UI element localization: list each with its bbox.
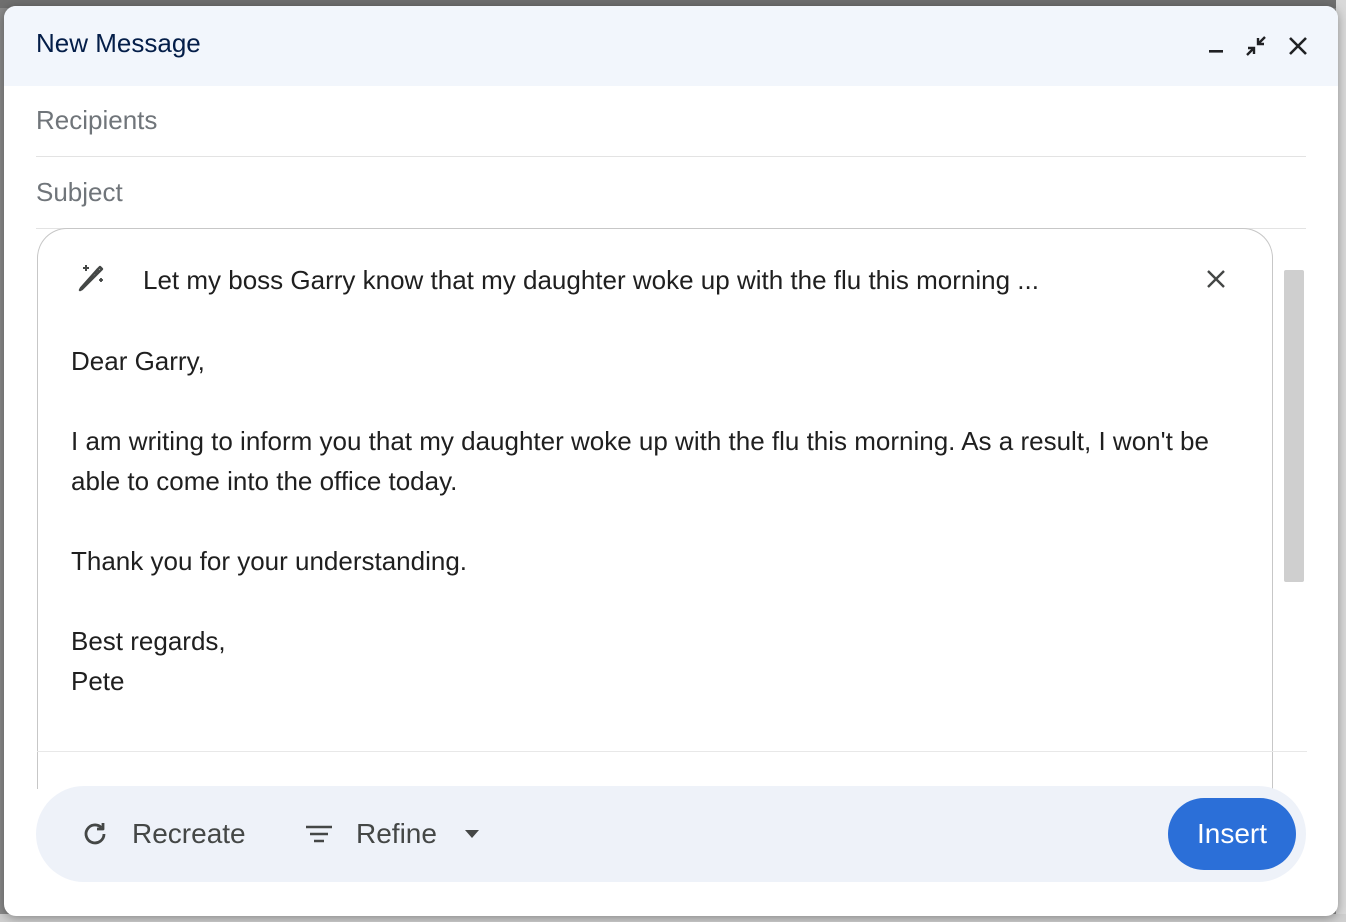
ai-draft-card: Let my boss Garry know that my daughter … <box>37 228 1273 789</box>
filter-icon <box>306 825 332 843</box>
compose-dialog: New Message Recipients Subject Let my bo… <box>4 6 1338 916</box>
draft-paragraph: I am writing to inform you that my daugh… <box>71 426 1209 496</box>
close-dialog-button[interactable] <box>1282 30 1314 62</box>
ai-action-bar: Recreate Refine Insert <box>36 786 1306 882</box>
close-icon <box>1289 37 1307 55</box>
dialog-title: New Message <box>36 28 201 58</box>
close-prompt-button[interactable] <box>1200 263 1232 295</box>
subject-input[interactable] <box>36 174 1306 210</box>
minimize-button[interactable] <box>1200 30 1232 62</box>
magic-pen-icon <box>74 259 110 295</box>
refresh-icon <box>84 823 106 845</box>
divider <box>37 751 1307 752</box>
draft-signature: Pete <box>71 666 125 696</box>
scrollbar-thumb[interactable] <box>1284 270 1304 582</box>
dropdown-arrow-icon <box>464 830 479 838</box>
subject-field <box>36 158 1306 229</box>
refine-label: Refine <box>356 818 437 849</box>
ai-prompt-text: Let my boss Garry know that my daughter … <box>143 265 1039 295</box>
refine-button[interactable]: Refine <box>304 810 481 858</box>
draft-body[interactable]: Dear Garry, I am writing to inform you t… <box>71 341 1251 701</box>
recreate-button[interactable]: Recreate <box>80 810 246 858</box>
draft-closing: Best regards, <box>71 626 226 656</box>
recipients-input[interactable] <box>36 102 1306 138</box>
dialog-titlebar: New Message <box>4 6 1338 86</box>
recreate-label: Recreate <box>132 818 246 849</box>
exit-fullscreen-icon <box>1246 36 1266 56</box>
draft-paragraph: Thank you for your understanding. <box>71 546 468 576</box>
recipients-field <box>36 86 1306 157</box>
exit-fullscreen-button[interactable] <box>1240 30 1272 62</box>
insert-button[interactable]: Insert <box>1168 798 1296 870</box>
draft-greeting: Dear Garry, <box>71 346 205 376</box>
close-icon <box>1207 270 1225 288</box>
minimize-icon <box>1209 50 1223 53</box>
